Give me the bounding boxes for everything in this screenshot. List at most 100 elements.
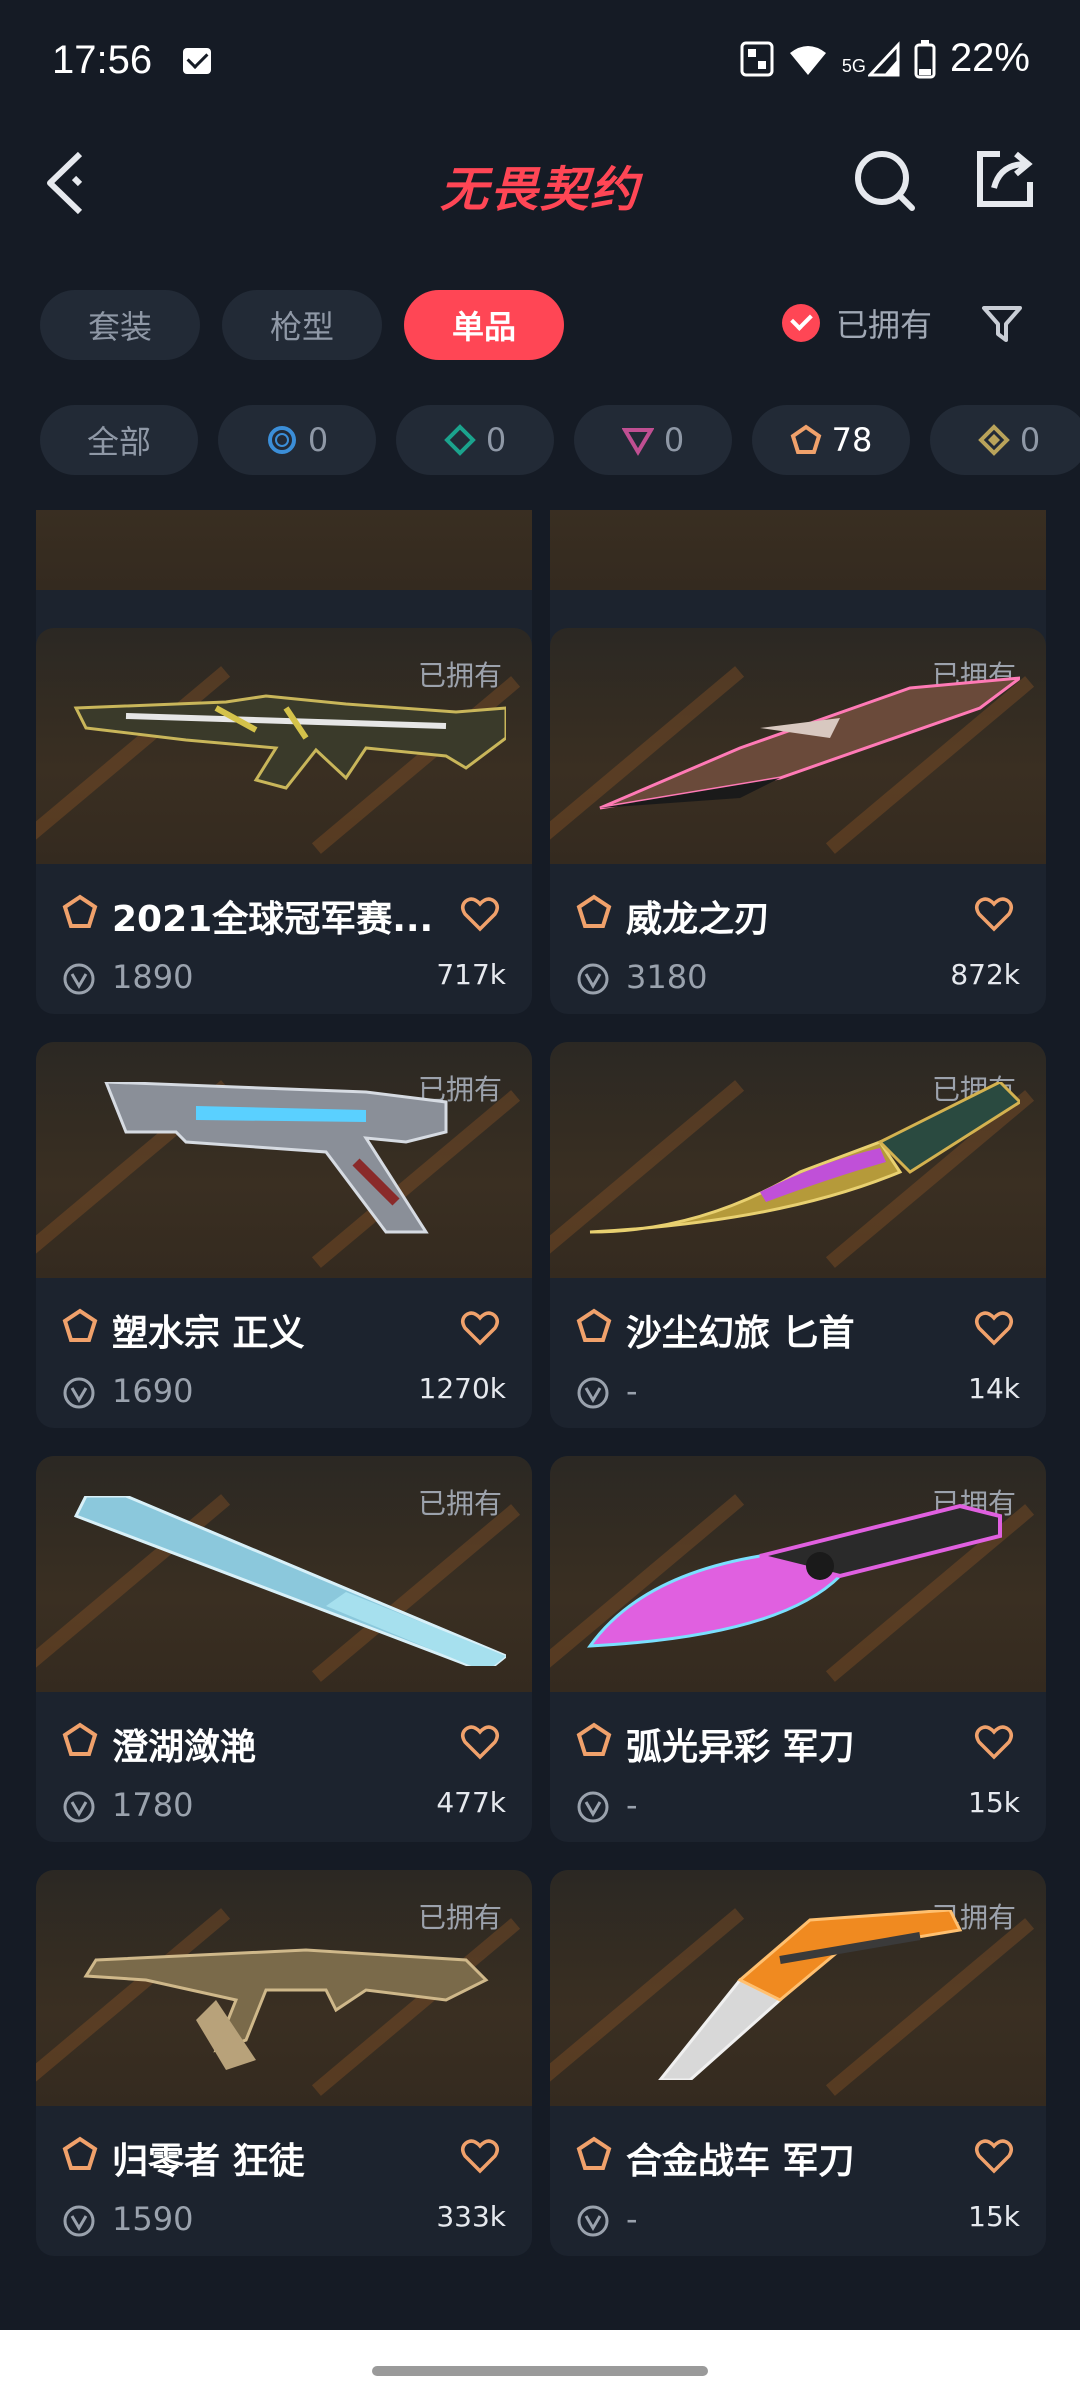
skin-price: - [626, 2200, 638, 2238]
skin-image: 已拥有 [550, 1870, 1046, 2106]
skin-image [36, 510, 532, 590]
skin-card[interactable]: 已拥有 合金战车 军刀 - 15k [550, 1870, 1046, 2256]
skin-image: 已拥有 [36, 1042, 532, 1278]
skin-card[interactable]: 已拥有 塑水宗 正义 1690 1270k [36, 1042, 532, 1428]
exclusive-tier-icon [62, 894, 98, 928]
heart-icon[interactable] [460, 2138, 500, 2174]
rifle-skin-icon [73, 694, 506, 790]
like-count: 477k [436, 1786, 506, 1819]
checkbox-checked-icon[interactable] [782, 304, 820, 342]
exclusive-tier-icon [62, 2136, 98, 2170]
skin-name: 归零者 狂徒 [112, 2141, 305, 2182]
exclusive-tier-icon [576, 2136, 612, 2170]
heart-icon[interactable] [974, 2138, 1014, 2174]
vp-currency-icon [577, 1377, 609, 1409]
skin-name: 合金战车 军刀 [626, 2141, 855, 2182]
skin-price: - [626, 1372, 638, 1410]
skin-card[interactable]: 已拥有 澄湖潋滟 1780 477k [36, 1456, 532, 1842]
category-tabs: 套装 枪型 单品 [40, 290, 564, 360]
skin-price: 3180 [626, 958, 708, 996]
skin-image [550, 510, 1046, 590]
home-gesture-handle[interactable] [372, 2366, 708, 2376]
heart-icon[interactable] [974, 1310, 1014, 1346]
skin-card[interactable]: 已拥有 2021全球冠军赛... 1890 717k [36, 628, 532, 1014]
heart-icon[interactable] [974, 896, 1014, 932]
tab-bundles[interactable]: 套装 [40, 290, 200, 360]
vp-currency-icon [577, 963, 609, 995]
rifle-skin-icon [83, 1948, 489, 2070]
heart-icon[interactable] [460, 1310, 500, 1346]
skin-name: 澄湖潋滟 [112, 1727, 257, 1768]
skin-price: - [626, 1786, 638, 1824]
battery-icon [914, 39, 936, 78]
wifi-icon [789, 45, 826, 75]
tab-single-items[interactable]: 单品 [404, 290, 564, 360]
like-count: 333k [436, 2200, 506, 2233]
like-count: 717k [436, 958, 506, 991]
tab-gun-type[interactable]: 枪型 [222, 290, 382, 360]
status-bar: 17:56 5G 22% [0, 0, 1080, 120]
skin-card[interactable]: 已拥有 威龙之刃 3180 872k [550, 628, 1046, 1014]
exclusive-tier-icon [576, 894, 612, 928]
status-time: 17:56 [52, 38, 153, 82]
skin-price: 1690 [112, 1372, 194, 1410]
karambit-skin-icon [586, 1503, 1002, 1648]
rarity-filter-row: 全部 0 0 0 78 0 [40, 405, 1080, 475]
skin-image: 已拥有 [550, 1456, 1046, 1692]
exclusive-tier-icon [576, 1308, 612, 1342]
rarity-chip-exclusive[interactable]: 78 [752, 405, 910, 475]
like-count: 872k [950, 958, 1020, 991]
skin-grid: - 15k 1590 312k 已拥有 2021全球冠军赛... [0, 510, 1080, 2270]
skin-price: 1890 [112, 958, 194, 996]
skin-image: 已拥有 [36, 1456, 532, 1692]
skin-name: 弧光异彩 军刀 [626, 1727, 855, 1768]
vp-currency-icon [63, 963, 95, 995]
skin-name: 威龙之刃 [626, 899, 771, 940]
exclusive-tier-icon [790, 424, 821, 454]
vp-currency-icon [63, 2205, 95, 2237]
exclusive-tier-icon [62, 1722, 98, 1756]
owned-filter-label: 已拥有 [836, 306, 933, 344]
skin-name: 塑水宗 正义 [112, 1313, 305, 1354]
rarity-chip-deluxe[interactable]: 0 [396, 405, 554, 475]
skin-price: 1780 [112, 1786, 194, 1824]
skin-image: 已拥有 [550, 1042, 1046, 1278]
select-tier-icon [267, 426, 296, 454]
skin-image: 已拥有 [36, 1870, 532, 2106]
like-count: 15k [968, 2200, 1020, 2233]
deluxe-tier-icon [443, 424, 476, 456]
exclusive-tier-icon [62, 1308, 98, 1342]
vp-currency-icon [63, 1791, 95, 1823]
nfc-icon [740, 41, 774, 76]
rarity-chip-ultra[interactable]: 0 [930, 405, 1080, 475]
rarity-chip-all[interactable]: 全部 [40, 405, 198, 475]
skin-card[interactable]: 已拥有 归零者 狂徒 1590 333k [36, 1870, 532, 2256]
like-count: 1270k [418, 1372, 506, 1405]
dagger-skin-icon [589, 1082, 1020, 1234]
ultra-tier-icon [977, 424, 1010, 456]
heart-icon[interactable] [974, 1724, 1014, 1760]
mail-icon [183, 48, 211, 74]
search-icon[interactable] [850, 146, 920, 216]
rarity-chip-select[interactable]: 0 [218, 405, 376, 475]
system-nav-bar [0, 2330, 1080, 2400]
blade-skin-icon [599, 676, 1020, 810]
pistol-skin-icon [104, 1082, 448, 1234]
heart-icon[interactable] [460, 1724, 500, 1760]
share-icon[interactable] [972, 146, 1038, 212]
like-count: 15k [968, 1786, 1020, 1819]
vp-currency-icon [577, 1791, 609, 1823]
like-count: 14k [968, 1372, 1020, 1405]
app-header: 无畏契约 [0, 130, 1080, 240]
skin-image: 已拥有 [550, 628, 1046, 864]
skin-card[interactable]: 已拥有 沙尘幻旅 匕首 - 14k [550, 1042, 1046, 1428]
battery-percent: 22% [949, 36, 1030, 80]
signal-icon: 5G [842, 40, 900, 77]
owned-filter-toggle[interactable]: 已拥有 [782, 300, 932, 346]
skin-name: 2021全球冠军赛... [112, 899, 434, 940]
filter-icon[interactable] [980, 302, 1024, 346]
rarity-chip-premium[interactable]: 0 [574, 405, 732, 475]
heart-icon[interactable] [460, 896, 500, 932]
skin-card[interactable]: 已拥有 弧光异彩 军刀 - 15k [550, 1456, 1046, 1842]
exclusive-tier-icon [576, 1722, 612, 1756]
